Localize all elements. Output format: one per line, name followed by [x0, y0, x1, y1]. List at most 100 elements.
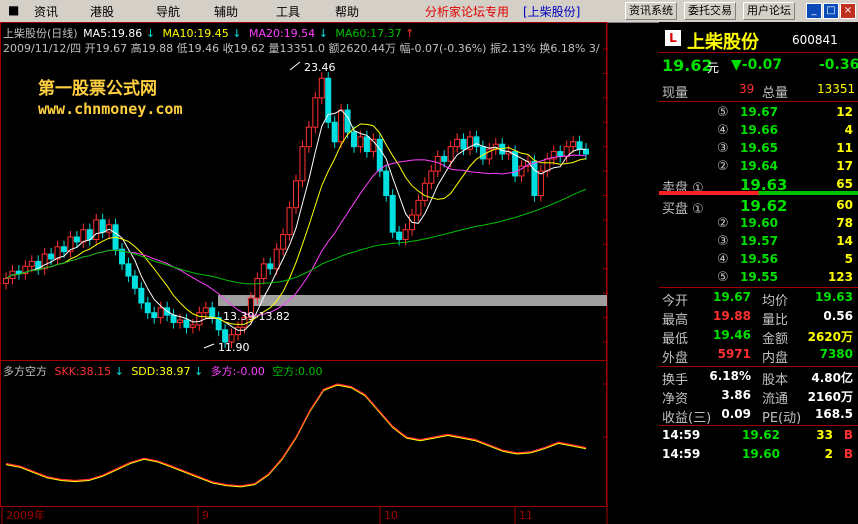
menu-zixun[interactable]: 资讯: [34, 3, 58, 20]
stats-row: 换手 6.18% 股本 4.80亿: [659, 368, 858, 388]
stat-value: 3.86: [721, 388, 751, 402]
buy-level[interactable]: 买盘 ① 19.62 60: [659, 197, 858, 217]
menu-ganggu[interactable]: 港股: [90, 3, 114, 20]
trade-button[interactable]: 委托交易: [684, 2, 736, 20]
quote-line: 2009/11/12/四 开19.67 高19.88 低19.46 收19.62…: [3, 42, 600, 55]
stat-label: 收益(三): [662, 411, 712, 426]
stat-value: 6.18%: [709, 369, 751, 383]
tick-price: 19.60: [742, 447, 780, 461]
sell-level[interactable]: ④ 19.66 4: [659, 122, 858, 140]
menu-gongju[interactable]: 工具: [276, 3, 300, 20]
buy-level-price: 19.55: [740, 270, 778, 284]
forum-button[interactable]: 用户论坛: [743, 2, 795, 20]
candle-body: [338, 109, 345, 143]
candle-body: [183, 319, 190, 328]
low-annotation: 11.90: [218, 341, 250, 354]
candle-body: [157, 307, 164, 319]
menu-daohang[interactable]: 导航: [156, 3, 180, 20]
menu-bangzhu[interactable]: 帮助: [335, 3, 359, 20]
date-axis-label: 2009年: [6, 508, 45, 522]
stat-label: 股本: [762, 373, 789, 388]
stat-value: 2160万: [807, 390, 853, 404]
buy-level-volume: 123: [827, 270, 853, 284]
candle-body: [189, 324, 196, 328]
buy-level-price: 19.57: [740, 234, 778, 248]
tick-side: B: [843, 428, 853, 442]
candle-body: [28, 260, 35, 267]
info-system-button[interactable]: 资讯系统: [625, 2, 677, 20]
candle-body: [428, 170, 435, 184]
candle-body: [454, 138, 461, 148]
indicator-frame: [0, 360, 607, 507]
candle-body: [363, 136, 370, 153]
menu-system-icon[interactable]: ■: [8, 3, 19, 17]
stat-value: 4.80亿: [811, 371, 853, 385]
date-axis-label: 10: [384, 509, 398, 522]
candle-body: [312, 97, 319, 128]
chart-title: 上柴股份(日线): [3, 27, 78, 40]
ma20-arrow-icon: ↓: [318, 27, 328, 40]
candle-body: [544, 158, 551, 172]
candle-body: [125, 263, 132, 277]
candle-body: [131, 275, 138, 289]
stats-row: 今开 19.67 均价 19.63: [659, 289, 858, 309]
buy-level-volume: 60: [836, 198, 853, 212]
current-price: 19.62: [662, 56, 713, 75]
sell-level[interactable]: ⑤ 19.67 12: [659, 104, 858, 122]
sell-level-volume: 12: [836, 105, 853, 119]
buy-level-price: 19.62: [740, 197, 788, 215]
zongliang-label: 总量: [762, 86, 789, 101]
kline-chart-area[interactable]: 24.0023.0022.0021.0020.0019.0018.0017.00…: [0, 22, 608, 524]
candle-body: [80, 229, 87, 243]
buy-level[interactable]: ② 19.60 78: [659, 215, 858, 233]
candle-body: [99, 219, 106, 233]
ma10-arrow-icon: ↓: [232, 27, 242, 40]
candle-body: [402, 229, 409, 240]
sdd-label: SDD:38.97: [131, 365, 191, 378]
sell-level-price: 19.67: [740, 105, 778, 119]
stat-label: 今开: [662, 294, 689, 309]
close-button[interactable]: ×: [840, 3, 856, 19]
candle-body: [48, 253, 55, 260]
minimize-button[interactable]: _: [806, 3, 822, 19]
candle-body: [531, 160, 538, 196]
sell-level-volume: 11: [836, 141, 853, 155]
candle-body: [421, 182, 428, 201]
candle-body: [196, 312, 203, 326]
buy-level[interactable]: ③ 19.57 14: [659, 233, 858, 251]
watermark-title: 第一股票公式网: [38, 79, 157, 99]
stat-label: 均价: [762, 294, 789, 309]
stat-label: 内盘: [762, 351, 789, 366]
candle-body: [396, 231, 403, 240]
candle-body: [537, 170, 544, 196]
sell-level-price: 19.64: [740, 159, 778, 173]
skk-label: SKK:38.15: [54, 365, 112, 378]
candle-body: [318, 77, 325, 99]
low-arrow: [203, 343, 215, 349]
sell-level[interactable]: ② 19.64 17: [659, 158, 858, 176]
sell-level[interactable]: ③ 19.65 11: [659, 140, 858, 158]
menu-bar: ■ 资讯 港股 导航 辅助 工具 帮助 分析家论坛专用 [上柴股份] 资讯系统 …: [0, 0, 858, 23]
candle-body: [209, 307, 216, 319]
candle-body: [415, 199, 422, 216]
buy-level-label: ⑤: [717, 270, 729, 285]
menu-fuzhu[interactable]: 辅助: [214, 3, 238, 20]
maximize-button[interactable]: □: [823, 3, 839, 19]
tick-side: B: [843, 447, 853, 461]
ma5-label: MA5:19.86: [83, 27, 143, 40]
sell-level-label: ②: [717, 159, 729, 174]
stock-code: 600841: [792, 33, 838, 47]
price-change-pct: -0.36: [819, 57, 858, 73]
buy-level[interactable]: ④ 19.56 5: [659, 251, 858, 269]
candle-body: [389, 195, 396, 233]
promo-stock[interactable]: [上柴股份]: [523, 3, 580, 20]
candle-body: [286, 207, 293, 236]
stats-row: 收益(三) 0.09 PE(动) 168.5: [659, 406, 858, 426]
buy-level[interactable]: ⑤ 19.55 123: [659, 269, 858, 287]
price-band: [218, 295, 607, 306]
buy-level-volume: 5: [844, 252, 853, 266]
stat-label: PE(动): [762, 411, 802, 426]
candle-body: [235, 326, 241, 336]
candle-body: [305, 126, 312, 148]
stat-value: 0.09: [721, 407, 751, 421]
